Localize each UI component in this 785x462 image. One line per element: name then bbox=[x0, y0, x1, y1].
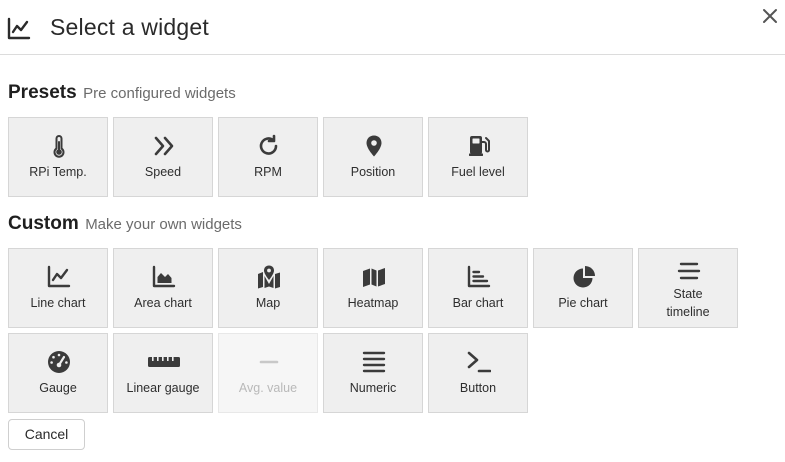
tile-label: Area chart bbox=[134, 296, 192, 310]
line-chart-icon bbox=[7, 17, 31, 41]
tile-label: Bar chart bbox=[452, 296, 504, 310]
tile-label: Avg. value bbox=[238, 381, 298, 395]
dialog-header: Select a widget bbox=[0, 0, 785, 55]
rotate-right-icon bbox=[257, 134, 281, 158]
custom-line-chart-tile[interactable]: Line chart bbox=[8, 248, 108, 328]
dialog-title: Select a widget bbox=[50, 14, 209, 40]
pie-chart-icon bbox=[572, 265, 596, 289]
tile-label: Map bbox=[255, 296, 281, 310]
custom-heatmap-tile[interactable]: Heatmap bbox=[323, 248, 423, 328]
custom-gauge-tile[interactable]: Gauge bbox=[8, 333, 108, 413]
tile-label: Linear gauge bbox=[126, 381, 200, 395]
preset-rpm-tile[interactable]: RPM bbox=[218, 117, 318, 197]
area-chart-icon bbox=[152, 265, 176, 289]
custom-bar-chart-tile[interactable]: Bar chart bbox=[428, 248, 528, 328]
tile-label: State timeline bbox=[639, 285, 737, 321]
map-pin-icon bbox=[362, 134, 386, 158]
cancel-button[interactable]: Cancel bbox=[8, 419, 85, 450]
gauge-icon bbox=[47, 350, 71, 374]
tile-label: Fuel level bbox=[451, 165, 505, 179]
gas-pump-icon bbox=[467, 134, 491, 158]
presets-title: Presets bbox=[8, 82, 77, 103]
ruler-icon bbox=[147, 350, 181, 374]
bar-chart-icon bbox=[467, 265, 491, 289]
tile-label-line1: State bbox=[673, 287, 703, 301]
custom-avg-value-tile: Avg. value bbox=[218, 333, 318, 413]
map-location-icon bbox=[257, 265, 281, 289]
tile-label: Pie chart bbox=[558, 296, 608, 310]
presets-subtitle: Pre configured widgets bbox=[83, 85, 236, 102]
custom-pie-chart-tile[interactable]: Pie chart bbox=[533, 248, 633, 328]
folded-map-icon bbox=[362, 265, 386, 289]
tile-label: Speed bbox=[144, 165, 182, 179]
timeline-bars-icon bbox=[677, 259, 701, 283]
preset-fuel-level-tile[interactable]: Fuel level bbox=[428, 117, 528, 197]
custom-button-tile[interactable]: Button bbox=[428, 333, 528, 413]
presets-heading: Presets Pre configured widgets bbox=[8, 82, 236, 104]
custom-title: Custom bbox=[8, 213, 79, 234]
preset-speed-tile[interactable]: Speed bbox=[113, 117, 213, 197]
preset-rpi-temp-tile[interactable]: RPi Temp. bbox=[8, 117, 108, 197]
minus-icon bbox=[257, 350, 281, 374]
tile-label: Gauge bbox=[39, 381, 77, 395]
tile-label: Position bbox=[350, 165, 396, 179]
custom-map-tile[interactable]: Map bbox=[218, 248, 318, 328]
line-chart-icon bbox=[47, 265, 71, 289]
custom-state-timeline-tile[interactable]: State timeline bbox=[638, 248, 738, 328]
custom-area-chart-tile[interactable]: Area chart bbox=[113, 248, 213, 328]
tile-label: Numeric bbox=[349, 381, 397, 395]
double-chevron-right-icon bbox=[152, 134, 176, 158]
preset-position-tile[interactable]: Position bbox=[323, 117, 423, 197]
custom-heading: Custom Make your own widgets bbox=[8, 213, 242, 235]
tile-label: Heatmap bbox=[347, 296, 399, 310]
tile-label: RPi Temp. bbox=[29, 165, 87, 179]
tile-label-line2: timeline bbox=[666, 305, 710, 319]
tile-label: Button bbox=[459, 381, 497, 395]
thermometer-icon bbox=[47, 134, 71, 158]
tile-label: Line chart bbox=[30, 296, 86, 310]
custom-linear-gauge-tile[interactable]: Linear gauge bbox=[113, 333, 213, 413]
close-icon[interactable] bbox=[760, 6, 780, 26]
custom-subtitle: Make your own widgets bbox=[85, 216, 242, 233]
custom-numeric-tile[interactable]: Numeric bbox=[323, 333, 423, 413]
terminal-prompt-icon bbox=[467, 350, 491, 374]
align-justify-icon bbox=[362, 350, 386, 374]
tile-label: RPM bbox=[254, 165, 282, 179]
